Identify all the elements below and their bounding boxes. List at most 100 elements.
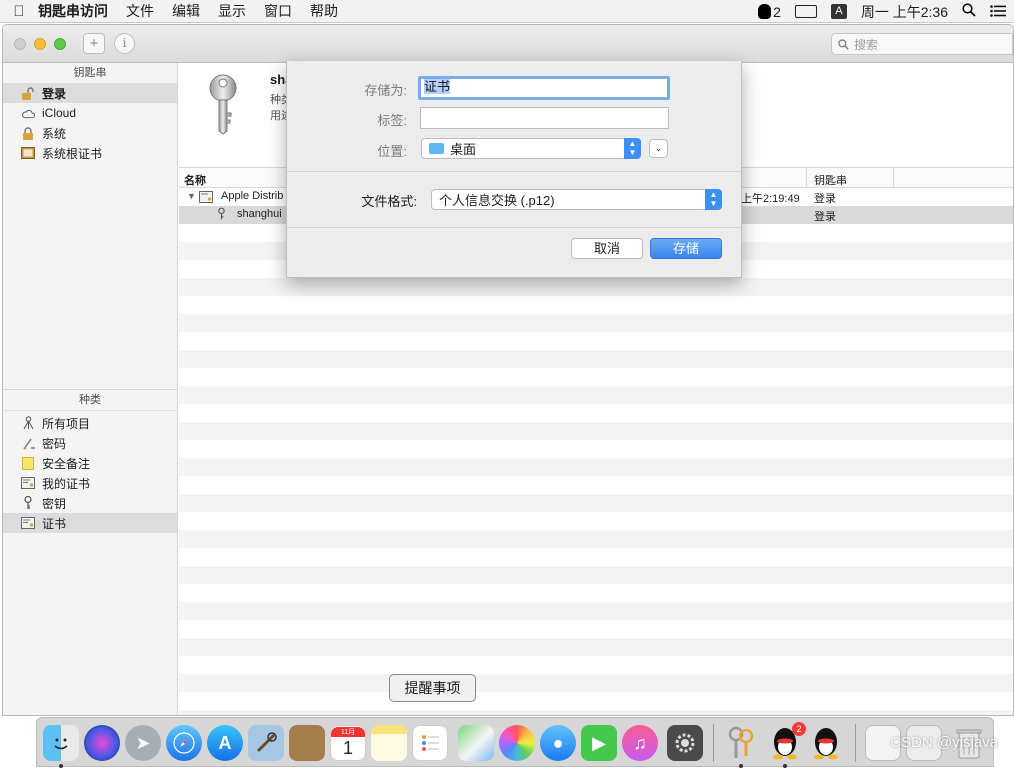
sidebar-item-secure-notes[interactable]: 安全备注	[3, 453, 177, 473]
app-store-icon[interactable]: A	[207, 725, 243, 761]
key-icon	[21, 496, 35, 510]
app-menu[interactable]: 钥匙串访问	[38, 1, 108, 21]
dock-separator	[713, 724, 714, 762]
close-window-button[interactable]	[14, 38, 26, 50]
qq-icon[interactable]: 2	[767, 722, 806, 761]
qq-icon[interactable]	[808, 725, 844, 761]
sidebar-item-my-certificates[interactable]: 我的证书	[3, 473, 177, 493]
certificate-icon	[21, 477, 35, 490]
finder-icon[interactable]	[43, 725, 79, 761]
row-keychain: 登录	[814, 211, 836, 223]
password-icon	[21, 437, 35, 450]
zoom-window-button[interactable]	[54, 38, 66, 50]
info-button[interactable]: i	[114, 33, 135, 54]
file-format-value: 个人信息交换 (.p12)	[439, 193, 555, 208]
spotlight-search-icon[interactable]	[962, 3, 976, 20]
sidebar-item-login[interactable]: 登录	[3, 83, 177, 103]
save-as-label: 存储为:	[364, 83, 407, 98]
maps-icon[interactable]	[458, 725, 494, 761]
key-icon	[217, 207, 226, 224]
qq-status-item[interactable]: 2	[758, 4, 781, 20]
safari-icon[interactable]	[166, 725, 202, 761]
clock[interactable]: 周一 上午2:36	[861, 2, 948, 22]
save-as-value: 证书	[424, 79, 451, 94]
menu-window[interactable]: 窗口	[264, 1, 292, 21]
search-field[interactable]: 搜索	[831, 33, 1013, 55]
sidebar-item-label: iCloud	[42, 106, 77, 120]
sidebar-item-label: 所有项目	[42, 416, 91, 431]
column-header-keychain[interactable]: 钥匙串	[814, 172, 847, 188]
location-value: 桌面	[450, 142, 477, 157]
cancel-button[interactable]: 取消	[571, 238, 643, 259]
empty-table-stripes	[179, 224, 1013, 715]
sidebar-item-label: 安全备注	[42, 456, 91, 471]
sidebar-item-system[interactable]: 系统	[3, 123, 177, 143]
certificate-icon	[199, 191, 213, 206]
calendar-icon[interactable]: 11月 1	[330, 725, 366, 761]
photos-icon[interactable]	[499, 725, 535, 761]
sheet-divider	[287, 171, 741, 172]
menu-bar:  钥匙串访问 文件 编辑 显示 窗口 帮助 2 A 周一 上午2:36	[0, 0, 1014, 23]
running-indicator	[739, 764, 743, 768]
save-as-field[interactable]: 证书	[418, 76, 670, 100]
watermark: CSDN @yjsjava	[890, 734, 998, 751]
reminders-icon[interactable]	[412, 725, 448, 761]
disclosure-triangle-icon[interactable]: ▼	[187, 191, 196, 201]
sidebar-item-certificates[interactable]: 证书	[3, 513, 177, 533]
apple-menu-icon[interactable]: 	[0, 3, 38, 20]
search-icon	[838, 38, 849, 50]
chevron-up-down-icon: ▲ ▼	[624, 138, 641, 159]
column-divider	[893, 168, 894, 188]
sidebar-item-label: 证书	[42, 516, 67, 531]
keychain-access-icon[interactable]	[723, 725, 759, 761]
export-save-sheet: 存储为: 证书 标签: 位置: 桌面 ▲ ▼ ⌄ 文件格式: 个人信息交换 (.p…	[286, 61, 742, 278]
folder-icon	[429, 143, 444, 154]
sidebar-item-all-items[interactable]: 所有项目	[3, 413, 177, 433]
sheet-divider	[287, 227, 741, 228]
key-large-icon	[205, 73, 241, 138]
location-popup[interactable]: 桌面 ▲ ▼	[421, 138, 641, 159]
sidebar-item-passwords[interactable]: 密码	[3, 433, 177, 453]
row-keychain: 登录	[814, 193, 836, 205]
launchpad-icon[interactable]: ➤	[125, 725, 161, 761]
certificate-icon	[21, 517, 35, 530]
system-preferences-icon[interactable]	[667, 725, 703, 761]
menu-help[interactable]: 帮助	[310, 1, 338, 21]
row-date: 上午2:19:49	[741, 193, 800, 205]
calendar-month: 11月	[331, 727, 365, 737]
preview-icon[interactable]	[248, 725, 284, 761]
messages-icon[interactable]: ●	[540, 725, 576, 761]
siri-icon[interactable]	[84, 725, 120, 761]
notification-center-icon[interactable]	[990, 4, 1006, 20]
contacts-icon[interactable]	[289, 725, 325, 761]
sidebar-item-icloud[interactable]: iCloud	[3, 103, 177, 123]
note-icon	[21, 456, 35, 470]
row-name: shanghui	[237, 208, 282, 220]
sidebar-item-keys[interactable]: 密钥	[3, 493, 177, 513]
screen-mirroring-icon[interactable]	[794, 5, 817, 18]
search-placeholder: 搜索	[854, 37, 879, 52]
file-format-popup[interactable]: 个人信息交换 (.p12) ▲ ▼	[431, 189, 722, 210]
sidebar-item-label: 密码	[42, 436, 67, 451]
lock-open-icon	[21, 86, 35, 100]
dock: ➤ A 11月 1 ● ▶ ♫ 2	[36, 717, 994, 768]
menu-file[interactable]: 文件	[126, 1, 154, 21]
menu-edit[interactable]: 编辑	[172, 1, 200, 21]
input-method-icon[interactable]: A	[830, 4, 847, 19]
column-header-name[interactable]: 名称	[184, 172, 206, 188]
itunes-icon[interactable]: ♫	[622, 725, 658, 761]
expand-browser-button[interactable]: ⌄	[649, 139, 668, 158]
title-bar: + i 搜索	[3, 25, 1013, 63]
tags-field[interactable]	[420, 107, 669, 129]
minimize-window-button[interactable]	[34, 38, 46, 50]
sidebar-item-system-roots[interactable]: 系统根证书	[3, 143, 177, 163]
notes-icon[interactable]	[371, 725, 407, 761]
sidebar-item-label: 系统根证书	[42, 146, 103, 161]
save-button[interactable]: 存储	[650, 238, 722, 259]
menu-view[interactable]: 显示	[218, 1, 246, 21]
qq-status-count: 2	[773, 3, 781, 20]
facetime-icon[interactable]: ▶	[581, 725, 617, 761]
add-item-button[interactable]: +	[83, 33, 105, 54]
sidebar-item-label: 密钥	[42, 496, 67, 511]
running-indicator	[783, 764, 787, 768]
